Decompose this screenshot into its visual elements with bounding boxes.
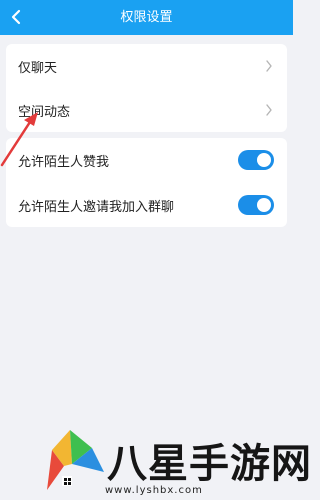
space-dynamics-row[interactable]: 空间动态 [6, 88, 287, 132]
allow-stranger-like-row: 允许陌生人赞我 [6, 138, 287, 182]
title-bar: 权限设置 [0, 0, 293, 35]
chevron-right-icon [266, 104, 272, 116]
site-watermark: 八星手游网 www.lyshbx.com [42, 430, 311, 500]
allow-stranger-invite-row: 允许陌生人邀请我加入群聊 [6, 183, 287, 227]
toggle-knob [257, 198, 271, 212]
allow-stranger-invite-label: 允许陌生人邀请我加入群聊 [18, 199, 175, 215]
watermark-url: www.lyshbx.com [105, 485, 203, 496]
chat-only-label: 仅聊天 [18, 60, 58, 76]
privacy-group: 仅聊天 空间动态 [6, 44, 287, 132]
site-logo-icon [47, 430, 104, 490]
allow-stranger-like-toggle[interactable] [238, 150, 274, 170]
stranger-permissions-group: 允许陌生人赞我 允许陌生人邀请我加入群聊 [6, 138, 287, 227]
allow-stranger-invite-toggle[interactable] [238, 195, 274, 215]
page-title: 权限设置 [120, 10, 173, 25]
watermark-text: 八星手游网 [107, 441, 312, 487]
chevron-right-icon [266, 60, 272, 72]
chat-only-row[interactable]: 仅聊天 [6, 44, 287, 88]
toggle-knob [257, 153, 271, 167]
annotation-arrow-icon [0, 112, 38, 167]
